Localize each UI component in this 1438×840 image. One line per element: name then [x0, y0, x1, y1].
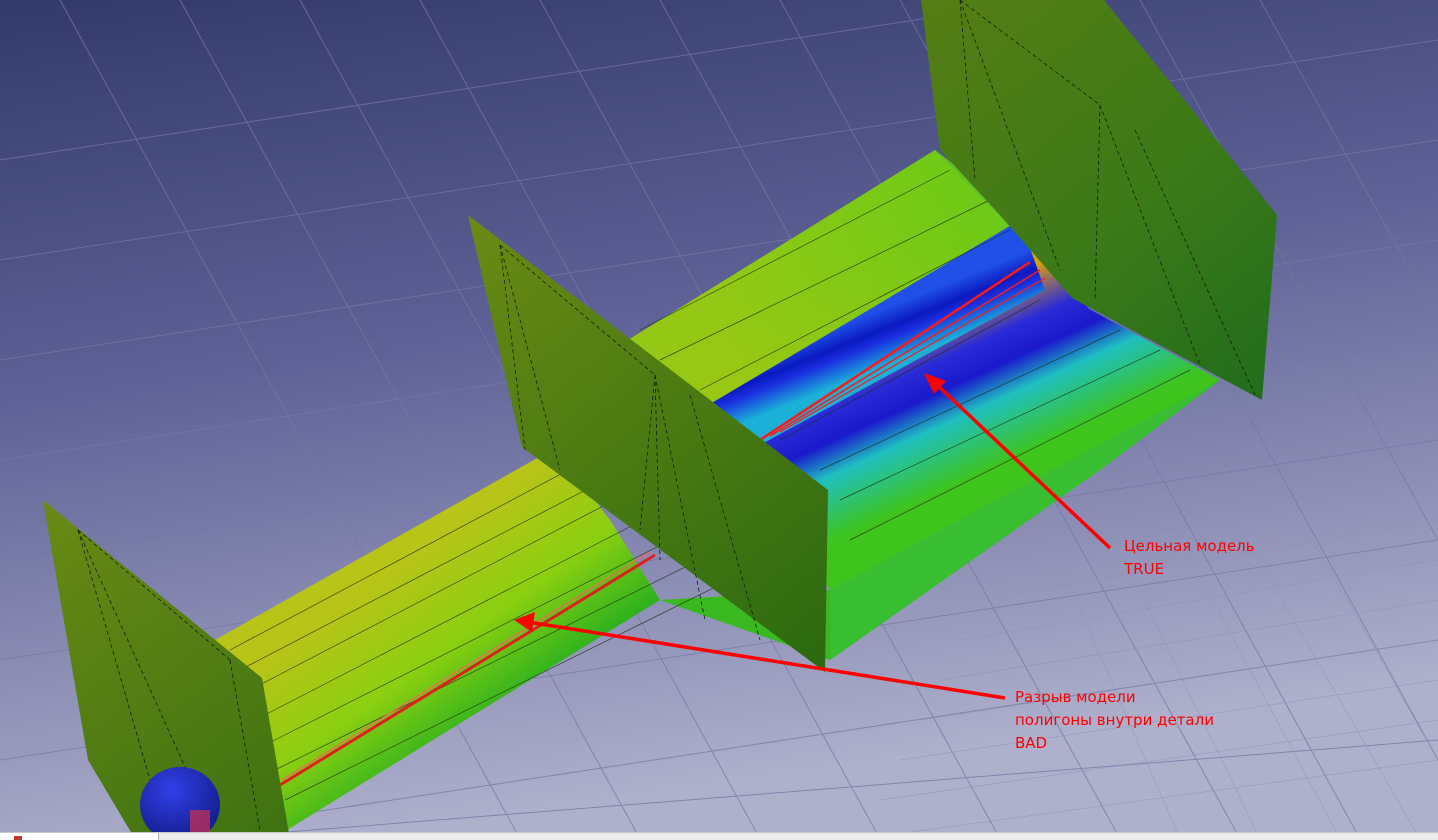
annotation-bad-line-3: BAD: [1015, 734, 1048, 752]
annotation-bad-line-1: Разрыв модели: [1015, 688, 1136, 706]
annotation-bad-line-2: полигоны внутри детали: [1015, 711, 1214, 729]
annotation-label-bad: Разрыв модели полигоны внутри детали BAD: [1015, 686, 1214, 755]
annotation-true-line-1: Цельная модель: [1124, 537, 1255, 555]
annotation-true-line-2: TRUE: [1124, 560, 1165, 578]
document-icon: [14, 836, 22, 840]
3d-viewport[interactable]: [0, 0, 1438, 839]
annotation-label-true: Цельная модель TRUE: [1124, 535, 1255, 581]
